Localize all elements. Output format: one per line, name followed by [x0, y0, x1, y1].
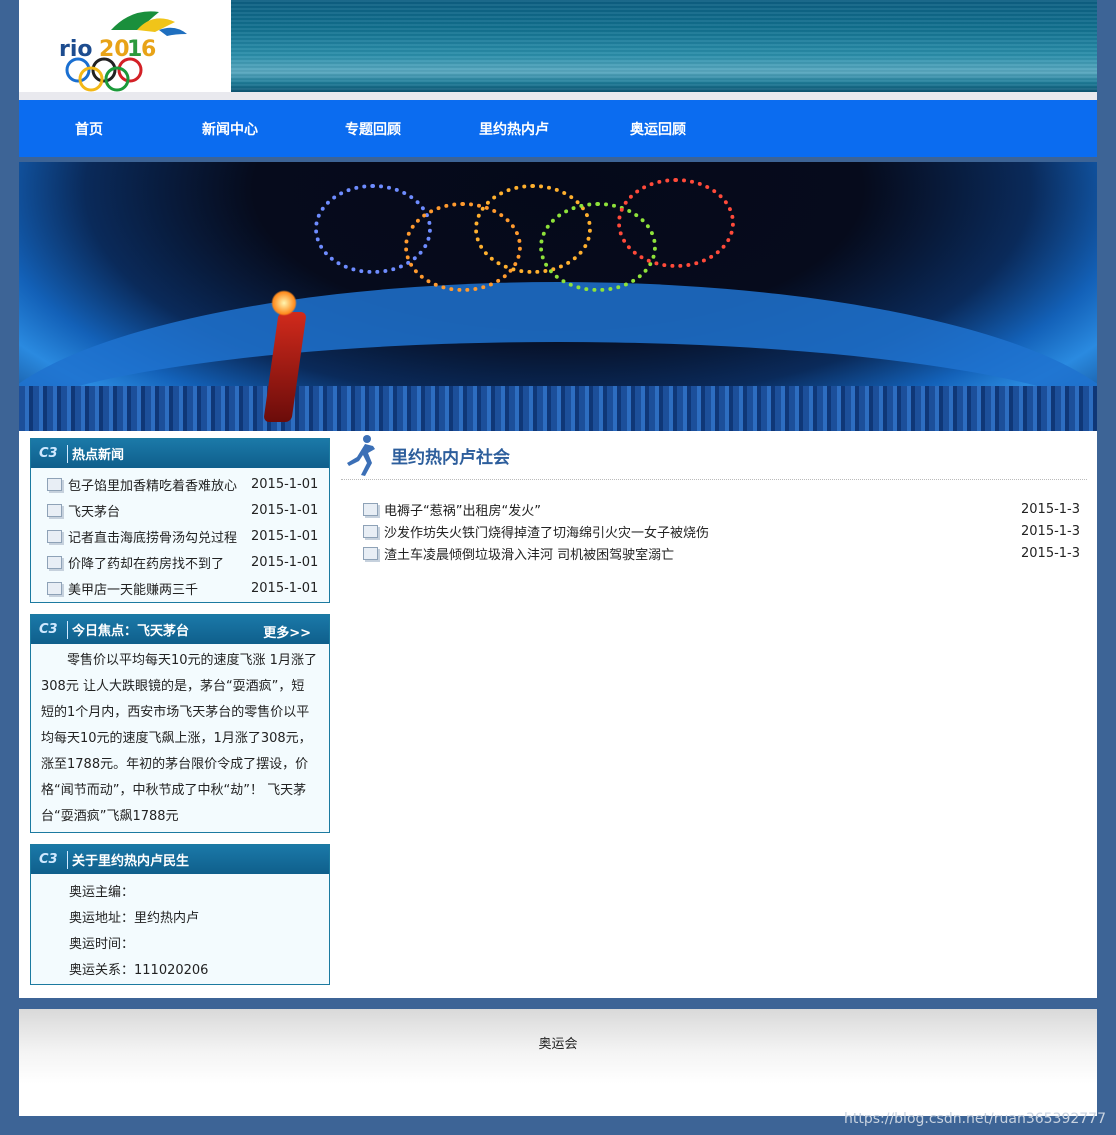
left-column: C3 热点新闻 包子馅里加香精吃着香难放心 2015-1-01 飞天茅台 2015-… [30, 438, 330, 996]
society-news-list: 电褥子“惹祸”出租房“发火” 2015-1-3 沙发作坊失火铁门烧得掉渣了切海绵引… [341, 498, 1087, 564]
about-contact: 奥运关系：111020206 [69, 963, 209, 978]
document-icon [47, 503, 62, 517]
list-item[interactable]: 飞天茅台 2015-1-01 [31, 497, 329, 523]
section-logo-icon: C3 [39, 850, 68, 869]
about-title: 关于里约热内卢民生 [72, 854, 190, 869]
runner-icon [347, 435, 375, 476]
nav-home[interactable]: 首页 [75, 119, 202, 139]
right-column: 里约热内卢社会 电褥子“惹祸”出租房“发火” 2015-1-3 沙发作坊失火铁门烧… [341, 431, 1087, 564]
footer-text: 奥运会 [538, 1037, 578, 1052]
about-header: C3 关于里约热内卢民生 [31, 845, 329, 874]
list-item[interactable]: 价降了药却在药房找不到了 2015-1-01 [31, 549, 329, 575]
list-item[interactable]: 包子馅里加香精吃着香难放心 2015-1-01 [31, 471, 329, 497]
main-content: C3 热点新闻 包子馅里加香精吃着香难放心 2015-1-01 飞天茅台 2015-… [19, 431, 1097, 998]
about-time: 奥运时间： [69, 937, 135, 952]
rio-logo-graphic: rio 20 1 6 [59, 11, 187, 92]
about-info: 奥运主编： 奥运地址：里约热内卢 奥运时间： 奥运关系：111020206 [31, 874, 329, 984]
section-title: 里约热内卢社会 [391, 447, 510, 468]
nav-olympics-review[interactable]: 奥运回顾 [630, 119, 750, 139]
main-nav: 首页 新闻中心 专题回顾 里约热内卢 奥运回顾 [19, 100, 1097, 157]
footer-separator [19, 998, 1097, 1009]
about-address: 奥运地址：里约热内卢 [69, 911, 200, 926]
list-item[interactable]: 记者直击海底捞骨汤勾兑过程 2015-1-01 [31, 523, 329, 549]
list-item[interactable]: 美甲店一天能赚两三千 2015-1-01 [31, 575, 329, 601]
section-logo-icon: C3 [39, 444, 68, 463]
stadium-crowd [19, 386, 1097, 431]
document-icon [363, 524, 378, 538]
focus-header: C3 今日焦点：飞天茅台 更多>> [31, 615, 329, 644]
document-icon [47, 555, 62, 569]
header-strip [19, 92, 1097, 100]
focus-box: C3 今日焦点：飞天茅台 更多>> 零售价以平均每天10元的速度飞涨 1月涨了3… [30, 614, 330, 833]
document-icon [363, 502, 378, 516]
about-box: C3 关于里约热内卢民生 奥运主编： 奥运地址：里约热内卢 奥运时间： 奥运关系… [30, 844, 330, 985]
header-banner: rio 20 1 6 [19, 0, 1097, 92]
focus-title: 今日焦点：飞天茅台 [72, 624, 190, 639]
list-item[interactable]: 电褥子“惹祸”出租房“发火” 2015-1-3 [341, 498, 1087, 520]
document-icon [47, 477, 62, 491]
nav-news-center[interactable]: 新闻中心 [202, 119, 345, 139]
about-editor: 奥运主编： [69, 885, 135, 900]
header-stripes [231, 0, 1097, 92]
olympic-stadium-banner [19, 162, 1097, 431]
document-icon [47, 581, 62, 595]
section-header: 里约热内卢社会 [341, 431, 1087, 480]
list-item[interactable]: 渣土车凌晨倾倒垃圾滑入沣河 司机被困驾驶室溺亡 2015-1-3 [341, 542, 1087, 564]
section-logo-icon: C3 [39, 620, 68, 639]
hot-news-title: 热点新闻 [72, 448, 125, 463]
document-icon [363, 546, 378, 560]
list-item[interactable]: 沙发作坊失火铁门烧得掉渣了切海绵引火灾一女子被烧伤 2015-1-3 [341, 520, 1087, 542]
nav-rio[interactable]: 里约热内卢 [479, 119, 630, 139]
hot-news-box: C3 热点新闻 包子馅里加香精吃着香难放心 2015-1-01 飞天茅台 2015-… [30, 438, 330, 603]
hot-news-header: C3 热点新闻 [31, 439, 329, 468]
firework-ring-red [617, 178, 735, 268]
flame-icon [271, 290, 297, 316]
focus-article-text: 零售价以平均每天10元的速度飞涨 1月涨了308元 让人大跌眼镜的是，茅台“耍酒… [41, 653, 317, 824]
nav-topics-review[interactable]: 专题回顾 [345, 119, 479, 139]
more-link[interactable]: 更多>> [263, 622, 311, 641]
svg-text:6: 6 [141, 37, 156, 62]
rio-2016-logo[interactable]: rio 20 1 6 [19, 0, 231, 92]
watermark: https://blog.csdn.net/ruan365392777 [843, 1111, 1106, 1127]
document-icon [47, 529, 62, 543]
footer: 奥运会 [19, 1009, 1097, 1116]
